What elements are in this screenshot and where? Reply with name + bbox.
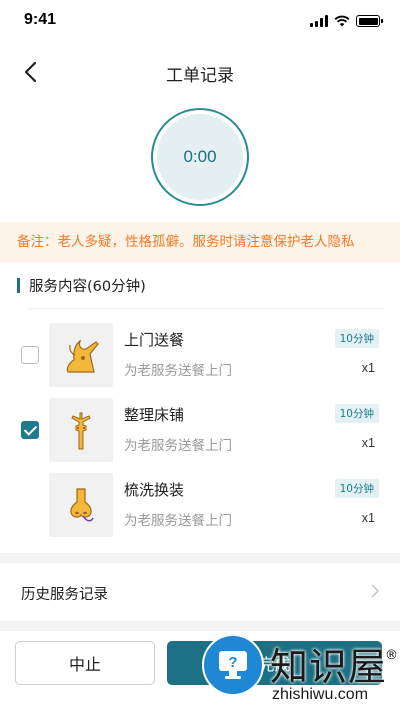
service-name: 上门送餐 (124, 331, 185, 349)
battery-icon (356, 15, 383, 27)
nav-bar: 工单记录 (0, 50, 400, 94)
service-qty: x1 (361, 511, 375, 525)
watermark-url: zhishiwu.com (272, 686, 369, 703)
service-qty: x1 (361, 436, 375, 450)
service-item[interactable]: 整理床铺 为老服务送餐上门 10分钟 x1 (0, 398, 400, 464)
service-checkbox[interactable] (21, 346, 39, 364)
timer: 0:00 (151, 108, 249, 206)
service-thumbnail (49, 398, 113, 462)
status-time: 9:41 (24, 11, 57, 28)
meal-delivery-icon (66, 339, 99, 373)
duration-badge: 10分钟 (334, 404, 379, 423)
wifi-icon (334, 15, 350, 27)
divider (28, 308, 384, 309)
page-title: 工单记录 (166, 66, 234, 86)
history-records-row[interactable]: 历史服务记录 (0, 563, 400, 621)
stop-button[interactable]: 中止 (15, 641, 155, 685)
grooming-icon (70, 488, 94, 522)
remark-banner: 备注：老人多疑，性格孤僻。服务时请注意保护老人隐私 (0, 222, 400, 262)
cellular-signal-icon (310, 15, 328, 27)
service-thumbnail (49, 323, 113, 387)
section-title: 服务内容(60分钟) (29, 279, 146, 295)
service-item[interactable]: 上门送餐 为老服务送餐上门 10分钟 x1 (0, 323, 400, 389)
service-item[interactable]: 梳洗换装 为老服务送餐上门 10分钟 x1 (0, 473, 400, 539)
status-icons (310, 15, 383, 27)
watermark-registered: ® (385, 648, 398, 663)
service-desc: 为老服务送餐上门 (124, 513, 232, 529)
bed-making-icon (71, 412, 91, 450)
status-bar: 9:41 (0, 0, 400, 44)
duration-badge: 10分钟 (334, 479, 379, 498)
service-desc: 为老服务送餐上门 (124, 363, 232, 379)
service-desc: 为老服务送餐上门 (124, 438, 232, 454)
chevron-right-icon (371, 584, 380, 598)
section-accent-bar (17, 278, 20, 293)
history-label: 历史服务记录 (21, 587, 108, 603)
section-separator (0, 621, 400, 631)
complete-button[interactable]: 完成 (167, 641, 382, 685)
service-checkbox-checked[interactable] (21, 421, 39, 439)
service-qty: x1 (361, 361, 375, 375)
service-name: 梳洗换装 (124, 481, 185, 499)
section-separator (0, 553, 400, 563)
service-name: 整理床铺 (124, 406, 185, 424)
duration-badge: 10分钟 (334, 329, 379, 348)
timer-value: 0:00 (157, 114, 243, 200)
section-header: 服务内容(60分钟) (17, 275, 146, 296)
service-thumbnail (49, 473, 113, 537)
